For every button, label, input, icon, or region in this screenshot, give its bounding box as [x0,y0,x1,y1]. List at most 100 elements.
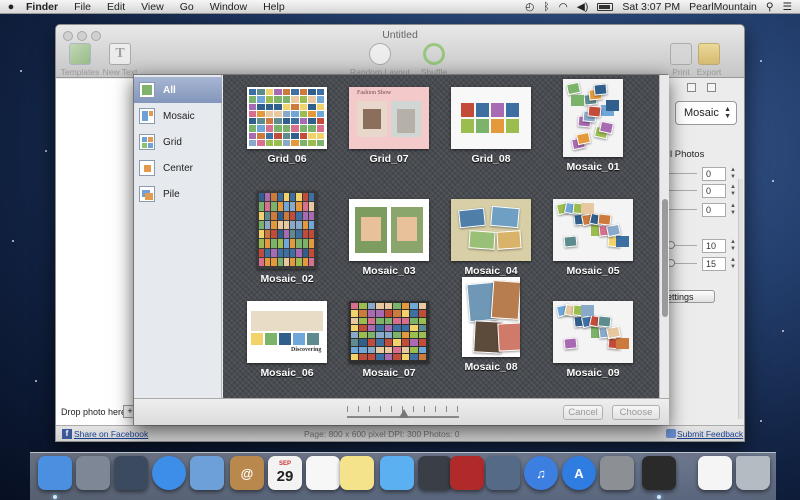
category-all[interactable]: All [134,77,222,103]
calendar-icon[interactable]: SEP 29 [268,456,302,490]
menu-go[interactable]: Go [172,1,202,13]
messages-icon[interactable] [380,456,414,490]
choose-button[interactable]: Choose [612,405,660,420]
export-button[interactable]: Export [684,43,734,77]
template-thumbnail[interactable] [451,199,531,261]
category-mosaic[interactable]: Mosaic [134,103,222,129]
template-thumbnail[interactable] [462,277,520,357]
inspector-tab-icon[interactable] [687,83,696,92]
inspector-tab-icon[interactable] [707,83,716,92]
notification-icon[interactable]: ☰ [783,1,792,13]
collage-app-icon[interactable] [642,456,676,490]
photos-label: l Photos [670,149,705,160]
template-thumbnail[interactable] [247,87,327,149]
submit-feedback-link[interactable]: Submit Feedback [677,429,743,439]
running-indicator [657,495,661,499]
template-thumbnail[interactable] [349,301,429,363]
stepper-icon[interactable]: ▲ ▼ [729,184,737,198]
menu-user[interactable]: PearlMountain [689,1,757,13]
facebook-icon[interactable]: f [62,429,72,439]
category-center[interactable]: Center [134,155,222,181]
slider-knob[interactable] [399,409,409,418]
template-name: Mosaic_09 [566,367,620,379]
category-pile[interactable]: Pile [134,181,222,207]
menu-app-name[interactable]: Finder [22,1,66,13]
shuffle-button[interactable]: Shuffle [406,43,462,77]
share-facebook-link[interactable]: Share on Facebook [74,429,148,439]
template-caption: Discovering [291,347,322,353]
trash-icon[interactable] [736,456,770,490]
search-icon[interactable]: ⚲ [766,1,774,13]
finder-icon[interactable] [38,456,72,490]
safari-icon[interactable] [152,456,186,490]
feedback-icon[interactable] [666,429,676,438]
layout-select[interactable]: Mosaic ▲ ▼ [675,101,737,125]
reminders-icon[interactable] [306,456,340,490]
template-thumbnail[interactable]: Discovering [247,301,327,363]
menu-extras: ◴ ᛒ ◠ ◀) Sat 3:07 PM PearlMountain ⚲ ☰ [525,1,800,13]
template-thumbnail[interactable] [563,79,623,157]
spacing-field[interactable]: 10 [702,239,726,253]
template-thumbnail[interactable]: Fashion Show [349,87,429,149]
template-thumbnail[interactable] [451,87,531,149]
template-thumbnail[interactable] [553,199,633,261]
document-icon[interactable] [698,456,732,490]
battery-icon[interactable] [597,2,614,11]
menu-window[interactable]: Window [202,1,255,13]
wifi-icon[interactable]: ◠ [559,1,568,13]
running-indicator [53,495,57,499]
slider-track [667,173,697,174]
inspector-field-3[interactable]: 0 [702,203,726,217]
template-thumbnail[interactable] [257,191,317,269]
app-store-icon[interactable]: A [562,456,596,490]
templates-icon [69,43,91,65]
facetime-icon[interactable] [418,456,452,490]
menu-clock[interactable]: Sat 3:07 PM [622,1,680,13]
template-thumbnail[interactable] [349,199,429,261]
menu-view[interactable]: View [133,1,172,13]
new-text-button[interactable]: T New Text [92,43,148,77]
volume-icon[interactable]: ◀) [577,1,589,13]
template-thumbnail[interactable] [553,301,633,363]
menu-help[interactable]: Help [255,1,293,13]
category-grid[interactable]: Grid [134,129,222,155]
photo-booth-icon[interactable] [450,456,484,490]
inspector-scrollbar[interactable] [738,179,743,419]
launchpad-icon[interactable] [76,456,110,490]
iphoto-icon[interactable] [486,456,520,490]
menu-edit[interactable]: Edit [99,1,133,13]
time-machine-icon[interactable]: ◴ [525,1,534,13]
menu-bar: ● Finder File Edit View Go Window Help ◴… [0,0,800,14]
contacts-icon[interactable]: @ [230,456,264,490]
inspector-field-1[interactable]: 0 [702,167,726,181]
stepper-icon[interactable]: ▲ ▼ [729,203,737,217]
cancel-button[interactable]: Cancel [563,405,603,420]
photo-list-pane[interactable]: Drop photo here + [56,79,137,425]
notes-icon[interactable] [340,456,374,490]
export-icon [698,43,720,65]
template-name: Mosaic_01 [566,161,620,173]
mosaic-icon [139,108,155,124]
scroll-thumb[interactable] [662,199,668,317]
apple-icon[interactable]: ● [0,1,22,13]
gallery-scrollbar[interactable] [659,75,669,398]
layout-select-value: Mosaic [684,107,719,119]
template-gallery[interactable]: Grid_06 Fashion Show Grid_07 Grid_08 Mosaic_… [223,75,659,398]
margin-field[interactable]: 15 [702,257,726,271]
stepper-icon[interactable]: ▲ ▼ [729,257,737,271]
mail-icon[interactable] [190,456,224,490]
settings-button[interactable]: ettings [667,290,715,303]
stepper-icon[interactable]: ▲ ▼ [729,239,737,253]
itunes-icon[interactable]: ♫ [524,456,558,490]
text-icon: T [109,43,131,65]
random-layout-button[interactable]: Random Layout [348,43,412,77]
bluetooth-icon[interactable]: ᛒ [543,1,549,13]
thumbnail-size-slider[interactable] [347,406,459,420]
shuffle-icon [423,43,445,65]
inspector-field-2[interactable]: 0 [702,184,726,198]
mission-control-icon[interactable] [114,456,148,490]
stepper-icon[interactable]: ▲ ▼ [729,167,737,181]
system-preferences-icon[interactable] [600,456,634,490]
menu-file[interactable]: File [66,1,99,13]
category-label: All [163,84,176,96]
